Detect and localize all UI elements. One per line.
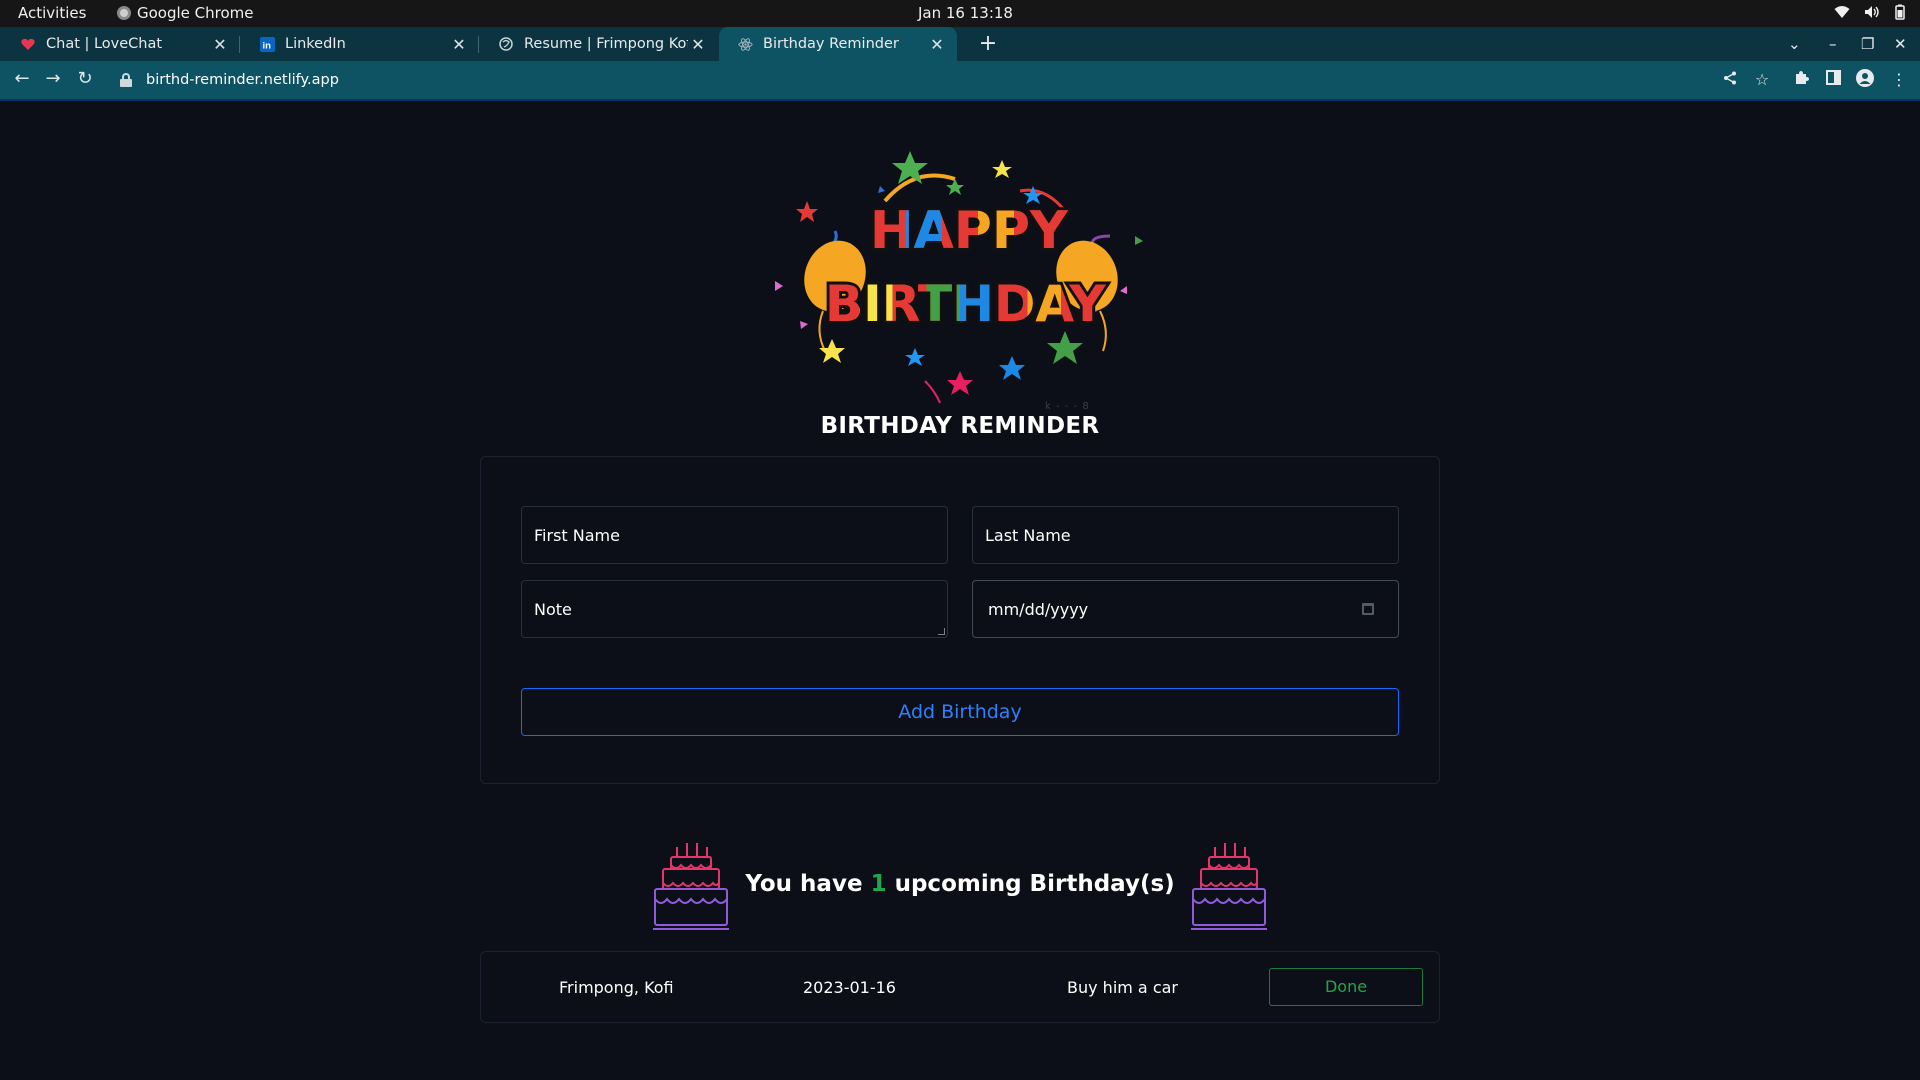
url-text[interactable]: birthd-reminder.netlify.app: [146, 72, 339, 88]
lock-icon[interactable]: [120, 73, 132, 87]
cake-icon: [653, 843, 730, 930]
back-icon[interactable]: ←: [10, 67, 34, 91]
cake-icon: [1190, 843, 1267, 930]
globe-icon: [498, 36, 514, 52]
forward-icon[interactable]: →: [41, 67, 65, 91]
close-window-icon[interactable]: ✕: [1894, 27, 1907, 61]
tab-title: Resume | Frimpong Kofi: [524, 36, 688, 52]
close-tab-icon[interactable]: ✕: [449, 35, 469, 54]
birthday-list-item: Frimpong, Kofi 2023-01-16 Buy him a car …: [480, 951, 1440, 1023]
page-content: HAPPY BIRTHDAY HAPPY BIRTHDAY k - - - 8 …: [0, 101, 1920, 1080]
tab-strip: Chat | LoveChat ✕ in LinkedIn ✕ Resume |…: [0, 27, 1920, 61]
restore-icon[interactable]: ❐: [1861, 27, 1874, 61]
tab-lovechat[interactable]: Chat | LoveChat ✕: [2, 27, 240, 61]
new-tab-button[interactable]: +: [976, 27, 1000, 61]
tab-title: Birthday Reminder: [763, 36, 899, 52]
svg-text:in: in: [262, 40, 271, 51]
share-icon[interactable]: [1719, 69, 1741, 91]
date-placeholder: mm/dd/yyyy: [988, 599, 1089, 619]
birthday-date-input[interactable]: mm/dd/yyyy: [972, 580, 1399, 638]
note-placeholder: Note: [534, 599, 572, 619]
system-tray[interactable]: [1834, 4, 1906, 24]
svg-text:BIRTHDAY: BIRTHDAY: [825, 275, 1106, 333]
first-name-input[interactable]: First Name: [521, 506, 948, 564]
happy-birthday-banner: HAPPY BIRTHDAY HAPPY BIRTHDAY: [775, 151, 1143, 404]
side-panel-icon[interactable]: [1822, 69, 1844, 91]
heart-icon: [20, 36, 36, 52]
tab-search-chevron-icon[interactable]: ⌄: [1788, 27, 1801, 61]
close-tab-icon[interactable]: ✕: [927, 35, 947, 54]
upcoming-count: 1: [870, 871, 887, 897]
done-button[interactable]: Done: [1269, 968, 1423, 1006]
tab-title: Chat | LoveChat: [46, 36, 163, 52]
extensions-icon[interactable]: [1790, 69, 1812, 91]
calendar-icon[interactable]: [1362, 603, 1374, 615]
birthday-note: Buy him a car: [1067, 978, 1178, 997]
bookmark-star-icon[interactable]: ☆: [1751, 69, 1773, 91]
app-name: Google Chrome: [137, 4, 254, 22]
activities-button[interactable]: Activities: [18, 4, 86, 22]
menu-kebab-icon[interactable]: ⋮: [1888, 69, 1910, 91]
tab-resume[interactable]: Resume | Frimpong Kofi ✕: [480, 27, 718, 61]
react-icon: [737, 36, 753, 52]
close-tab-icon[interactable]: ✕: [210, 35, 230, 54]
address-bar[interactable]: birthd-reminder.netlify.app: [110, 65, 1760, 95]
minimize-icon[interactable]: –: [1829, 27, 1837, 61]
browser-toolbar: ← → ↻ birthd-reminder.netlify.app ☆ ⋮: [0, 61, 1920, 99]
system-top-bar: Activities Google Chrome Jan 16 13:18: [0, 0, 1920, 27]
tab-birthday-reminder[interactable]: Birthday Reminder ✕: [719, 27, 957, 61]
clock[interactable]: Jan 16 13:18: [918, 4, 1013, 22]
reload-icon[interactable]: ↻: [73, 67, 97, 91]
linkedin-icon: in: [259, 36, 275, 52]
note-textarea[interactable]: Note: [521, 580, 948, 638]
volume-icon: [1864, 5, 1880, 23]
birthday-form-card: First Name Last Name Note mm/dd/yyyy Add…: [480, 456, 1440, 784]
wifi-icon: [1834, 5, 1850, 23]
chrome-icon: [117, 6, 131, 20]
app-menu[interactable]: Google Chrome: [117, 4, 254, 22]
birthday-name: Frimpong, Kofi: [559, 978, 674, 997]
tab-linkedin[interactable]: in LinkedIn ✕: [241, 27, 479, 61]
last-name-input[interactable]: Last Name: [972, 506, 1399, 564]
add-birthday-button[interactable]: Add Birthday: [521, 688, 1399, 736]
battery-icon: [1894, 4, 1906, 24]
page-title: BIRTHDAY REMINDER: [820, 413, 1100, 439]
close-tab-icon[interactable]: ✕: [688, 35, 708, 54]
svg-text:HAPPY: HAPPY: [870, 201, 1069, 261]
banner-watermark: k - - - 8: [1045, 401, 1090, 412]
resize-handle-icon[interactable]: [938, 628, 945, 635]
upcoming-text: You have 1 upcoming Birthday(s): [745, 871, 1175, 897]
profile-icon[interactable]: [1854, 69, 1876, 91]
birthday-date: 2023-01-16: [803, 978, 896, 997]
upcoming-summary: You have 1 upcoming Birthday(s): [0, 835, 1920, 933]
tab-title: LinkedIn: [285, 36, 346, 52]
